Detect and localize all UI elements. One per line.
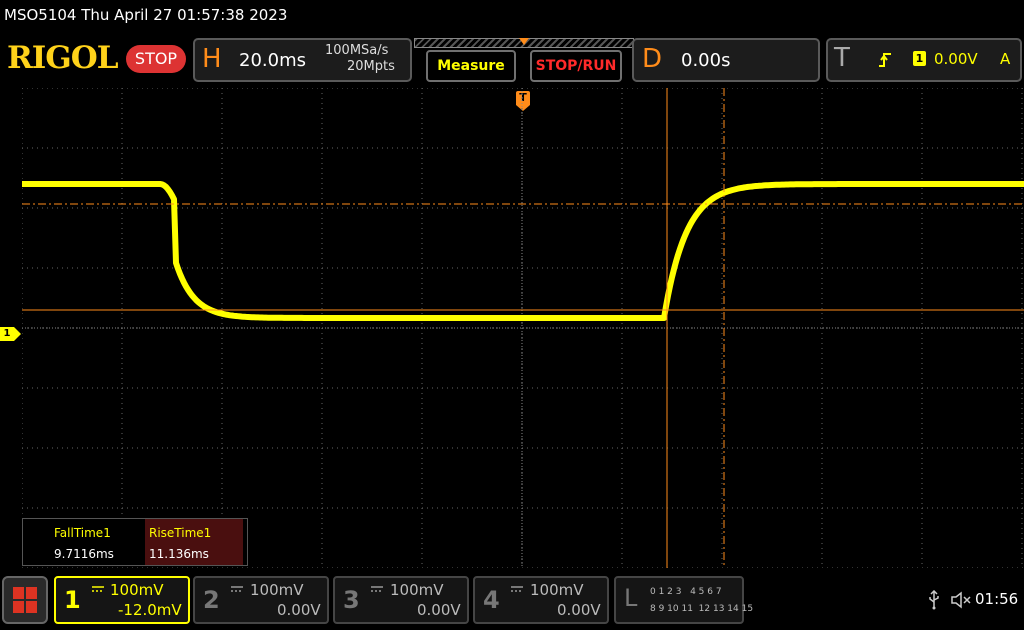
channel-1-panel[interactable]: 1 100mV -12.0mV [54,576,190,624]
channel-3-number: 3 [343,586,360,614]
memory-depth: 20Mpts [347,59,395,74]
channel-4-number: 4 [483,586,500,614]
dc-coupling-icon [511,586,523,592]
measurement-panel: FallTime1 9.7116ms RiseTime1 11.136ms [22,518,248,566]
measure-button[interactable]: Measure [426,50,516,82]
channel-3-scale: 100mV [390,581,444,599]
channel-4-offset: 0.00V [557,601,601,619]
ch1-offset-marker[interactable]: 1 [0,327,14,341]
channel-4-scale: 100mV [530,581,584,599]
rigol-logo: RIGOL [7,40,119,76]
rising-edge-icon [879,53,891,67]
logic-channels-row2: 8 9 10 11 12 13 14 15 [650,604,754,614]
waveform-display[interactable] [22,88,1024,568]
logic-analyzer-panel[interactable]: L 0 1 2 3 4 5 6 7 8 9 10 11 12 13 14 15 [614,576,753,624]
channel-2-number: 2 [203,586,220,614]
usb-icon [929,590,939,610]
channel-2-offset: 0.00V [277,601,321,619]
channel-3-offset: 0.00V [417,601,461,619]
speaker-muted-icon[interactable] [950,590,972,610]
trigger-mode: A [1000,50,1011,68]
fall-time-cell[interactable]: FallTime1 9.7116ms [23,519,145,565]
run-state-badge[interactable]: STOP [126,45,186,73]
channel-2-scale: 100mV [250,581,304,599]
channel-4-panel[interactable]: 4 100mV 0.00V [473,576,609,624]
trigger-level: 0.00V [934,50,978,68]
logic-channels-row1: 0 1 2 3 4 5 6 7 [650,587,722,597]
channel-1-scale: 100mV [110,581,164,599]
delay-value: 0.00s [681,50,731,71]
horizontal-letter: H [202,44,222,74]
menu-grid-icon [13,587,37,613]
stop-run-button[interactable]: STOP/RUN [530,50,622,82]
trigger-position-arrow-icon [519,38,529,45]
trigger-source-badge: 1 [913,51,926,66]
system-clock: 01:56 [975,590,1019,608]
channel-3-panel[interactable]: 3 100mV 0.00V [333,576,469,624]
channel-2-panel[interactable]: 2 100mV 0.00V [193,576,329,624]
horizontal-panel[interactable]: H 20.0ms 100MSa/s 20Mpts [193,38,412,82]
rise-time-cell[interactable]: RiseTime1 11.136ms [145,519,243,565]
delay-letter: D [642,44,663,74]
channel-1-number: 1 [64,586,81,614]
app-menu-button[interactable] [2,576,48,624]
dc-coupling-icon [92,586,104,592]
fall-time-label: FallTime1 [54,526,111,540]
trigger-panel[interactable]: T 1 0.00V A [826,38,1022,82]
rise-time-value: 11.136ms [149,547,209,561]
fall-time-value: 9.7116ms [54,547,114,561]
device-title: MSO5104 Thu April 27 01:57:38 2023 [4,6,288,24]
logic-letter: L [624,584,638,612]
delay-panel[interactable]: D 0.00s [632,38,820,82]
dc-coupling-icon [371,586,383,592]
timebase-value: 20.0ms [239,50,306,71]
rise-time-label: RiseTime1 [149,526,212,540]
sample-rate: 100MSa/s [325,43,389,58]
trigger-letter: T [834,43,850,73]
ch1-marker-arrow-icon [14,327,21,341]
dc-coupling-icon [231,586,243,592]
channel-1-offset: -12.0mV [118,601,182,619]
